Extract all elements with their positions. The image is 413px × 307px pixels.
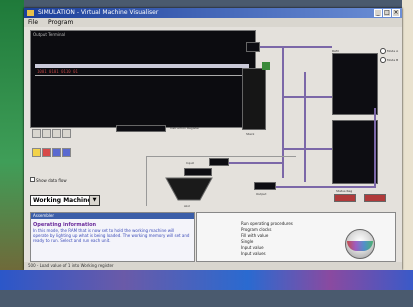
menu-file[interactable]: File [24, 19, 42, 26]
wire [229, 162, 284, 164]
help-panel-text: In this mode, the RAM that is now set to… [33, 228, 190, 243]
open-icon[interactable] [32, 129, 41, 138]
chevron-down-icon[interactable]: ▼ [89, 196, 99, 205]
bus-line [146, 156, 296, 157]
radio-mode-b[interactable] [380, 57, 386, 63]
menu-program[interactable]: Program [44, 19, 77, 26]
ram-label: RAM [332, 49, 339, 53]
help-icon[interactable] [62, 129, 71, 138]
bottom-strip [0, 290, 413, 307]
wire [276, 186, 376, 188]
pause-icon[interactable] [62, 148, 71, 157]
play-icon[interactable] [42, 148, 51, 157]
print-icon[interactable] [52, 129, 61, 138]
step-icon[interactable] [52, 148, 61, 157]
taskbar-strip [0, 270, 413, 290]
status-bar: 500 - Load value of 1 into Working regis… [24, 262, 402, 270]
wire [374, 108, 376, 188]
app-window: SIMULATION - Virtual Machine Visualiser … [24, 8, 402, 270]
wire [282, 148, 332, 150]
bus-line [146, 156, 147, 206]
ram-block-lower[interactable] [332, 120, 378, 184]
alu-block[interactable] [164, 176, 214, 202]
info-line: Input values [241, 251, 266, 256]
alu-label: ALU [184, 204, 190, 208]
maximize-button[interactable]: □ [383, 9, 391, 17]
wire [282, 48, 284, 178]
output-screen: Output Terminal 1001 0101 0110 01 [30, 30, 256, 128]
output-register[interactable] [254, 182, 276, 190]
register-block-mid[interactable] [209, 158, 229, 166]
status-register-a[interactable] [334, 194, 356, 202]
stack-label: Stack [246, 132, 255, 136]
minimize-button[interactable]: _ [374, 9, 382, 17]
input-register-label: Input [186, 161, 194, 165]
wire [260, 46, 332, 48]
alu-shape [165, 177, 213, 201]
stop-icon[interactable] [32, 148, 41, 157]
show-data-flow-checkbox[interactable] [30, 177, 35, 182]
screen-divider [35, 75, 249, 76]
status-register-b[interactable] [364, 194, 386, 202]
instruction-register[interactable] [116, 125, 166, 132]
help-panel: Assembler Operating information In this … [30, 212, 195, 262]
radio-mode-a[interactable] [380, 48, 386, 54]
instruction-register-label: Instruction Register [170, 126, 200, 130]
window-title: SIMULATION - Virtual Machine Visualiser [38, 9, 159, 16]
ram-block-upper[interactable] [332, 53, 378, 115]
help-panel-header: Assembler [31, 213, 194, 219]
machine-select[interactable]: Working Machine ▼ [30, 195, 100, 206]
show-data-flow-label: Show data flow [36, 178, 67, 183]
desktop-background-right [402, 0, 413, 270]
wire [304, 72, 306, 182]
desktop-background [0, 0, 24, 270]
screen-text: 1001 0101 0110 01 [37, 69, 78, 74]
input-register[interactable] [184, 168, 212, 176]
app-icon [27, 10, 34, 16]
screen-highlight-line [35, 64, 249, 68]
status-register-label: Status Reg [336, 189, 353, 193]
radio-mode-a-label: Mode A [387, 49, 399, 53]
title-bar: SIMULATION - Virtual Machine Visualiser [24, 8, 402, 18]
output-register-label: Output [256, 192, 267, 196]
menu-bar: File Program [24, 18, 402, 27]
stack-block[interactable] [242, 68, 266, 130]
status-text: 500 - Load value of 1 into Working regis… [28, 263, 114, 268]
wire [282, 96, 332, 98]
close-button[interactable]: × [392, 9, 400, 17]
radio-mode-b-label: Mode B [387, 58, 399, 62]
save-icon[interactable] [42, 129, 51, 138]
screen-label: Output Terminal [33, 32, 66, 37]
register-block-top[interactable] [246, 42, 260, 52]
info-panel: Run operating procedures Program clocks … [196, 212, 396, 262]
machine-select-value: Working Machine [33, 197, 92, 204]
info-list: Run operating procedures Program clocks … [241, 221, 293, 257]
status-led [262, 62, 270, 70]
